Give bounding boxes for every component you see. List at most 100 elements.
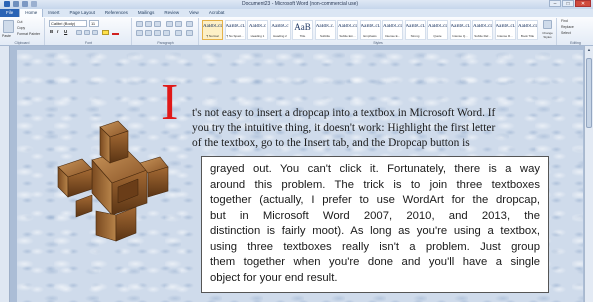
change-styles-icon [543,20,552,29]
paste-button[interactable]: Paste [2,34,11,38]
document-page[interactable]: I t's not easy to insert a dropcap into … [17,50,583,302]
ribbon: Paste Cut Copy Format Painter Clipboard … [0,17,593,46]
underline-button[interactable]: U [64,29,67,35]
textbox-line: object for your end result. [210,271,338,284]
decrease-indent-icon[interactable] [166,21,173,27]
font-name-select[interactable]: Calibri (Body) [49,20,87,27]
style-tile[interactable]: AaBbCc. Subtitle [314,20,336,40]
style-tile[interactable]: AaBbCcDc Emphasis [359,20,381,40]
style-tile[interactable]: AaBbCc Heading 2 [269,20,291,40]
style-tile[interactable]: AaB Title [292,20,313,40]
highlight-color-icon[interactable] [102,30,109,35]
subscript-icon[interactable] [84,30,90,35]
vertical-ruler [0,46,10,302]
style-sample: AaBbCcDc [428,24,447,29]
style-sample: AaBbCc [248,24,267,29]
word-logo-icon[interactable] [4,1,10,7]
style-sample: AaBbCcDc [360,24,380,29]
font-group-label: Font [84,41,92,45]
justify-icon[interactable] [163,30,170,36]
style-tile[interactable]: AaBbCcDc Strong [404,20,426,40]
paste-icon[interactable] [3,20,14,33]
strikethrough-icon[interactable] [76,30,82,35]
wooden-burr-puzzle-image[interactable] [52,115,172,245]
align-center-icon[interactable] [145,30,152,36]
italic-button[interactable]: I [57,29,58,35]
tab-review[interactable]: Review [159,9,184,17]
align-left-icon[interactable] [136,30,143,36]
format-painter-button[interactable]: Format Painter [17,32,40,36]
align-right-icon[interactable] [154,30,161,36]
line-spacing-icon[interactable] [175,30,182,36]
lead-line: of the textbox, go to the Insert tab, an… [192,137,470,149]
style-name: Emphasis [363,34,377,38]
style-tile[interactable]: AaBbCcDc Book Title [517,20,538,40]
style-tile[interactable]: AaBbCc Heading 1 [247,20,268,40]
tab-references[interactable]: References [100,9,133,17]
style-tile[interactable]: AaBbCcDc Intense Q... [449,20,471,40]
cut-button[interactable]: Cut [17,20,22,24]
paragraph-group-label: Paragraph [157,41,174,45]
editing-group-label: Editing [570,41,581,45]
style-tile[interactable]: AaBbCcDc Intense R... [494,20,516,40]
tab-mailings[interactable]: Mailings [133,9,160,17]
style-tile[interactable]: AaBbCcDc ¶ Normal [202,20,223,40]
textbox-line: using three textboxes really isn't a pro… [210,240,540,253]
style-sample: AaBbCcDc [518,24,537,29]
find-button[interactable]: Find [561,19,568,23]
style-tile[interactable]: AaBbCcDc Intense E... [382,20,403,40]
style-name: Subtle Em... [339,34,356,38]
change-styles-button[interactable]: Change Styles [539,19,556,41]
replace-button[interactable]: Replace [561,25,574,29]
increase-indent-icon[interactable] [175,21,182,27]
tab-page-layout[interactable]: Page Layout [65,9,100,17]
minimize-button[interactable]: – [549,0,561,7]
bullets-icon[interactable] [136,21,143,27]
style-name: Intense R... [497,34,513,38]
multilevel-list-icon[interactable] [154,21,161,27]
style-sample: AaBbCcDc [495,24,515,29]
scroll-up-icon[interactable]: ▲ [586,47,592,53]
select-button[interactable]: Select [561,31,571,35]
superscript-icon[interactable] [92,30,98,35]
style-sample: AaBbCcDc [225,24,245,29]
font-size-select[interactable]: 11 [89,20,99,27]
style-tile[interactable]: AaBbCcDc ¶ No Spaci... [224,20,246,40]
undo-icon[interactable] [22,1,28,7]
style-tile[interactable]: AaBbCcDc Quote [427,20,448,40]
redo-icon[interactable] [31,1,37,7]
textbox-line: around this problem. The trick is to joi… [210,178,540,191]
tab-insert[interactable]: Insert [43,9,64,17]
style-tile[interactable]: AaBbCcDc Subtle Em... [337,20,358,40]
copy-button[interactable]: Copy [17,26,25,30]
style-name: Heading 1 [250,34,265,38]
change-styles-label: Change Styles [542,31,553,39]
style-name: Subtitle [319,34,330,38]
quick-access-toolbar [4,1,37,7]
lead-line: t's not easy to insert a dropcap into a … [192,107,496,119]
clipboard-group-label: Clipboard [14,41,30,45]
tab-acrobat[interactable]: Acrobat [204,9,230,17]
borders-icon[interactable] [186,30,193,36]
style-sample: AaBbCcDc [405,24,425,29]
font-color-icon[interactable] [112,30,119,35]
close-button[interactable]: ✕ [575,0,591,7]
lead-textbox[interactable]: t's not easy to insert a dropcap into a … [192,106,572,151]
tab-file[interactable]: File [0,9,20,17]
numbering-icon[interactable] [145,21,152,27]
style-name: Title [299,34,306,38]
save-icon[interactable] [13,1,19,7]
main-textbox[interactable]: grayed out. You can't click it. Fortunat… [201,156,549,293]
tab-view[interactable]: View [184,9,204,17]
bold-button[interactable]: B [50,29,53,35]
lead-line: you try the intuitive thing, it doesn't … [192,122,496,134]
tab-home[interactable]: Home [19,9,44,17]
scrollbar-thumb[interactable] [586,58,592,128]
style-name: Heading 2 [273,34,287,38]
style-name: Book Title [520,34,535,38]
vertical-scrollbar[interactable]: ▲ [584,46,593,302]
window-title: Document23 - Microsoft Word (non-commerc… [241,1,359,7]
style-tile[interactable]: AaBbCcDc Subtle Ref... [472,20,493,40]
sort-icon[interactable] [186,21,193,27]
maximize-button[interactable]: □ [562,0,574,7]
